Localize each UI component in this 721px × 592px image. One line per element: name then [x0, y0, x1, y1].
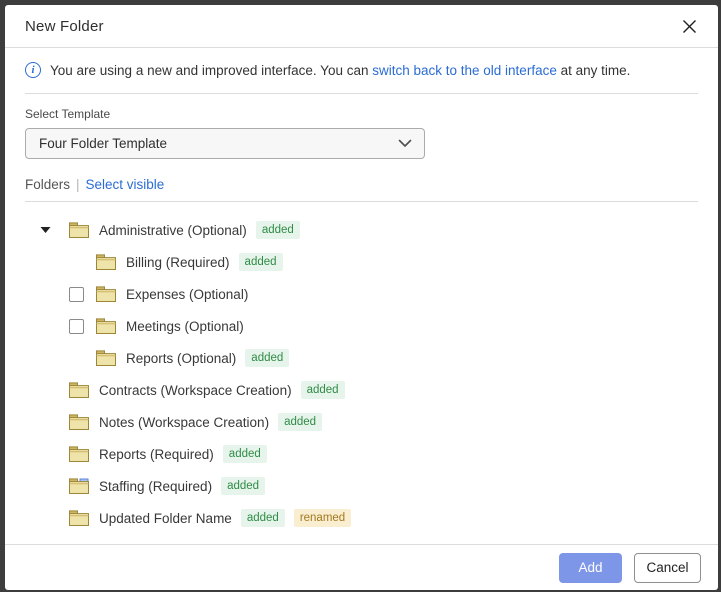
folder-icon — [69, 382, 89, 398]
folder-label: Billing (Required) — [126, 255, 230, 270]
interface-info-banner: i You are using a new and improved inter… — [25, 48, 698, 94]
folder-label: Updated Folder Name — [99, 511, 232, 526]
template-select[interactable]: Four Folder Template — [25, 128, 425, 159]
folder-label: Reports (Required) — [99, 447, 214, 462]
renamed-badge: renamed — [294, 509, 351, 527]
folders-label: Folders — [25, 177, 70, 192]
tree-row: Notes (Workspace Creation) added — [25, 406, 698, 438]
add-button[interactable]: Add — [559, 553, 622, 583]
added-badge: added — [223, 445, 267, 463]
folder-icon — [69, 510, 89, 526]
folder-label: Administrative (Optional) — [99, 223, 247, 238]
folder-label: Contracts (Workspace Creation) — [99, 383, 292, 398]
added-badge: added — [239, 253, 283, 271]
added-badge: added — [256, 221, 300, 239]
dialog-header: New Folder — [5, 5, 718, 48]
template-selected-value: Four Folder Template — [39, 136, 167, 151]
added-badge: added — [301, 381, 345, 399]
banner-text-before: You are using a new and improved interfa… — [50, 63, 372, 78]
folder-icon — [69, 446, 89, 462]
tree-row: Administrative (Optional) added — [25, 214, 698, 246]
template-section: Select Template Four Folder Template — [25, 107, 698, 159]
added-badge: added — [278, 413, 322, 431]
cancel-button[interactable]: Cancel — [634, 553, 701, 583]
dialog-footer: Add Cancel — [5, 544, 718, 590]
folder-label: Notes (Workspace Creation) — [99, 415, 269, 430]
tree-row: Reports (Optional) added — [25, 342, 698, 374]
tree-row: Meetings (Optional) — [25, 310, 698, 342]
added-badge: added — [241, 509, 285, 527]
folder-icon — [96, 286, 116, 302]
expand-collapse-icon[interactable] — [37, 222, 53, 238]
added-badge: added — [221, 477, 265, 495]
tree-row: Staffing (Required) added — [25, 470, 698, 502]
tree-row: Expenses (Optional) — [25, 278, 698, 310]
select-template-label: Select Template — [25, 107, 698, 121]
folders-header: Folders | Select visible — [25, 159, 698, 202]
folder-checkbox[interactable] — [69, 287, 84, 302]
dialog-title: New Folder — [25, 18, 104, 35]
info-icon: i — [25, 62, 41, 78]
folder-label: Reports (Optional) — [126, 351, 236, 366]
switch-back-link[interactable]: switch back to the old interface — [372, 63, 557, 78]
folder-blue-tab-icon — [69, 478, 89, 494]
folder-icon — [96, 350, 116, 366]
banner-text: You are using a new and improved interfa… — [50, 63, 630, 78]
folder-label: Expenses (Optional) — [126, 287, 248, 302]
banner-text-after: at any time. — [557, 63, 631, 78]
folder-label: Meetings (Optional) — [126, 319, 244, 334]
folder-icon — [69, 222, 89, 238]
tree-row: Reports (Required) added — [25, 438, 698, 470]
close-icon[interactable] — [678, 15, 700, 37]
folders-separator: | — [76, 177, 80, 192]
new-folder-dialog: New Folder i You are using a new and imp… — [5, 5, 718, 590]
folder-icon — [96, 254, 116, 270]
added-badge: added — [245, 349, 289, 367]
folder-label: Staffing (Required) — [99, 479, 212, 494]
tree-row: Billing (Required) added — [25, 246, 698, 278]
folder-checkbox[interactable] — [69, 319, 84, 334]
folder-tree: Administrative (Optional) added Billing (… — [5, 202, 718, 534]
chevron-down-icon — [398, 139, 412, 148]
folder-icon — [69, 414, 89, 430]
folder-icon — [96, 318, 116, 334]
select-visible-link[interactable]: Select visible — [86, 177, 165, 192]
tree-row: Contracts (Workspace Creation) added — [25, 374, 698, 406]
tree-row: Updated Folder Name added renamed — [25, 502, 698, 534]
